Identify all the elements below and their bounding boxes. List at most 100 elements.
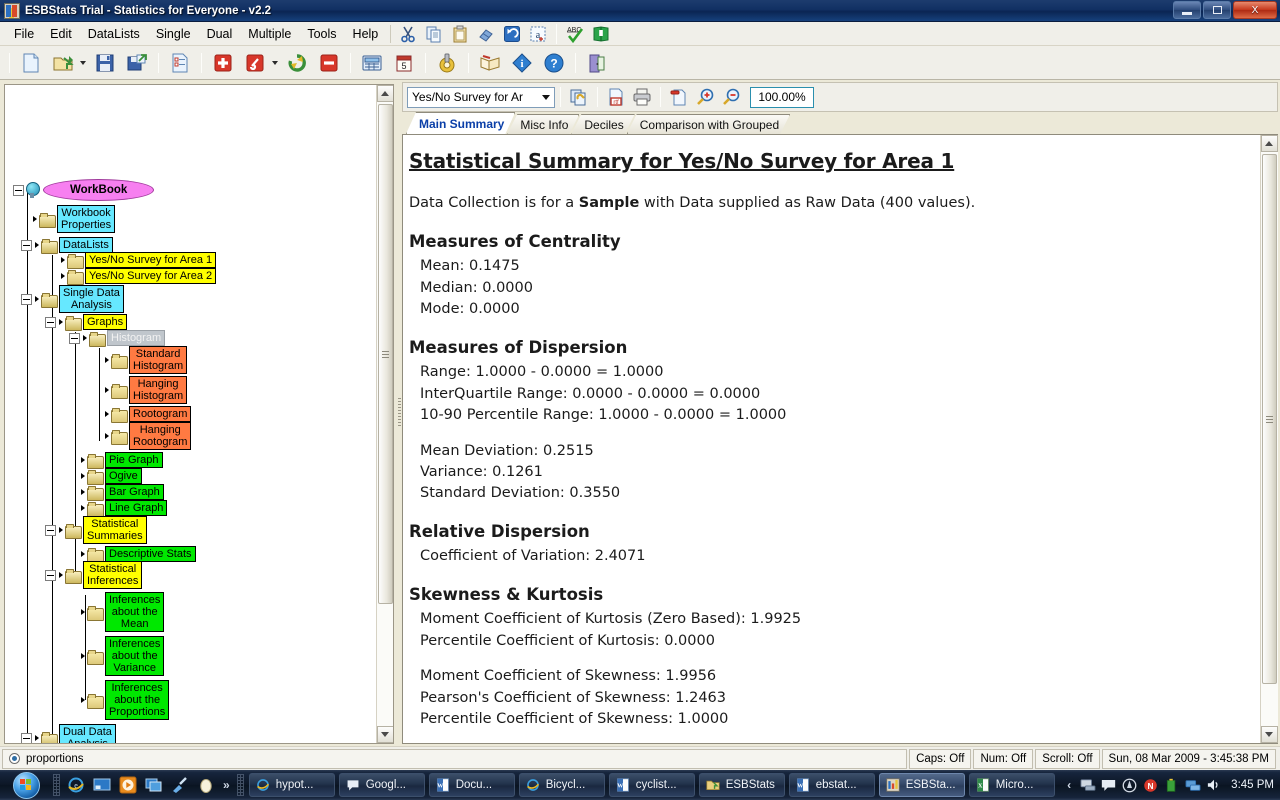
taskbar-grip[interactable] bbox=[236, 774, 244, 796]
tree-item-descriptive-stats[interactable]: Descriptive Stats bbox=[105, 546, 196, 562]
tab-main-summary[interactable]: Main Summary bbox=[406, 112, 515, 134]
tree-row[interactable]: Inferences about the Proportions bbox=[81, 680, 170, 720]
paint-tool-icon[interactable] bbox=[170, 775, 190, 795]
tree-item-hanging-histogram[interactable]: Hanging Histogram bbox=[129, 376, 188, 404]
dataset-selector[interactable]: Yes/No Survey for Ar bbox=[407, 86, 555, 108]
tree-item-single-graphs[interactable]: Graphs bbox=[83, 314, 128, 330]
tree-row[interactable]: Hanging Rootogram bbox=[105, 422, 192, 450]
tree-row[interactable]: Hanging Histogram bbox=[105, 376, 188, 404]
tree-expander-statistical-inferences[interactable] bbox=[45, 569, 56, 581]
edit-dropdown-icon[interactable] bbox=[272, 60, 278, 65]
open-dropdown-icon[interactable] bbox=[80, 60, 86, 65]
tree-item-single-data-analysis[interactable]: Single Data Analysis bbox=[59, 285, 124, 313]
report-scroll-track[interactable] bbox=[1260, 152, 1278, 726]
report-scroll-up-button[interactable] bbox=[1260, 135, 1278, 152]
tree-expander-statistical-summaries[interactable] bbox=[45, 524, 56, 536]
tree-item-dual-data-analysis[interactable]: Dual Data Analysis bbox=[59, 724, 116, 743]
taskbtn-docu[interactable]: W Docu... bbox=[428, 773, 515, 797]
tab-misc-info[interactable]: Misc Info bbox=[507, 114, 579, 134]
save-as-icon[interactable] bbox=[123, 49, 151, 77]
close-button[interactable]: X bbox=[1233, 1, 1277, 19]
tree-item-pie-graph[interactable]: Pie Graph bbox=[105, 452, 163, 468]
start-button[interactable] bbox=[2, 771, 50, 799]
tab-comparison-with-grouped[interactable]: Comparison with Grouped bbox=[627, 114, 790, 134]
tree-row[interactable]: Statistical Summaries bbox=[45, 516, 147, 544]
norton-tray-icon[interactable]: N bbox=[1142, 777, 1159, 794]
tree-item-inferences-proportions[interactable]: Inferences about the Proportions bbox=[105, 680, 170, 720]
menu-edit[interactable]: Edit bbox=[42, 24, 80, 44]
tree-root-workbook[interactable]: WorkBook bbox=[43, 179, 155, 201]
tree-item-datalists[interactable]: DataLists bbox=[59, 237, 113, 253]
select-all-icon[interactable]: a bbox=[527, 23, 549, 45]
tree-row[interactable]: Inferences about the Mean bbox=[81, 592, 165, 632]
copy-icon[interactable] bbox=[423, 23, 445, 45]
edit-icon[interactable] bbox=[241, 49, 269, 77]
tree-item-bar-graph[interactable]: Bar Graph bbox=[105, 484, 164, 500]
tree-root-row[interactable]: WorkBook bbox=[13, 179, 155, 201]
zoom-in-icon[interactable] bbox=[694, 86, 716, 108]
tree-item-histogram[interactable]: Histogram bbox=[107, 330, 166, 346]
question-icon[interactable]: ? bbox=[540, 49, 568, 77]
tree-item-inferences-variance[interactable]: Inferences about the Variance bbox=[105, 636, 165, 676]
menu-dual[interactable]: Dual bbox=[199, 24, 241, 44]
taskbtn-hypot[interactable]: hypot... bbox=[248, 773, 335, 797]
paste-icon[interactable] bbox=[449, 23, 471, 45]
report-scrollbar[interactable] bbox=[1260, 135, 1278, 743]
tree-item-inferences-mean[interactable]: Inferences about the Mean bbox=[105, 592, 165, 632]
tree-scroll-down-button[interactable] bbox=[376, 726, 393, 743]
dictionary-icon[interactable] bbox=[590, 23, 612, 45]
properties-icon[interactable] bbox=[166, 49, 194, 77]
info-icon[interactable]: i bbox=[508, 49, 536, 77]
menu-help[interactable]: Help bbox=[345, 24, 387, 44]
export-rtf-icon[interactable]: rtf bbox=[605, 86, 627, 108]
tree-scroll-thumb[interactable] bbox=[377, 104, 393, 604]
eraser-icon[interactable] bbox=[475, 23, 497, 45]
calculator-icon[interactable] bbox=[358, 49, 386, 77]
help-book-icon[interactable] bbox=[476, 49, 504, 77]
network-tray-icon[interactable] bbox=[1184, 777, 1201, 794]
messenger-tray-icon[interactable] bbox=[1100, 777, 1117, 794]
zoom-out-icon[interactable] bbox=[720, 86, 742, 108]
tree-expander-dual-data[interactable] bbox=[21, 732, 32, 743]
tree-item-rootogram[interactable]: Rootogram bbox=[129, 406, 192, 422]
tree-row[interactable]: DataLists bbox=[21, 237, 113, 254]
menu-multiple[interactable]: Multiple bbox=[240, 24, 299, 44]
tree-item-ogive[interactable]: Ogive bbox=[105, 468, 142, 484]
restore-button[interactable] bbox=[1203, 1, 1231, 19]
tree-row[interactable]: Yes/No Survey for Area 1 bbox=[61, 252, 217, 269]
tree-expander-single-graphs[interactable] bbox=[45, 316, 56, 328]
media-player-icon[interactable] bbox=[118, 775, 138, 795]
add-icon[interactable] bbox=[209, 49, 237, 77]
workbook-tree[interactable]: WorkBook Workbook Properties DataLists Y… bbox=[4, 84, 394, 744]
tab-deciles[interactable]: Deciles bbox=[571, 114, 634, 134]
tree-row[interactable]: Yes/No Survey for Area 2 bbox=[61, 268, 217, 285]
tree-row[interactable]: Descriptive Stats bbox=[81, 546, 196, 563]
undo-icon[interactable] bbox=[501, 23, 523, 45]
tree-row[interactable]: Statistical Inferences bbox=[45, 561, 143, 589]
tree-row[interactable]: Graphs bbox=[45, 314, 128, 331]
calendar-icon[interactable]: 5 bbox=[390, 49, 418, 77]
menu-tools[interactable]: Tools bbox=[299, 24, 344, 44]
exit-door-icon[interactable] bbox=[583, 49, 611, 77]
tree-row[interactable]: Line Graph bbox=[81, 500, 168, 517]
chevron-down-icon[interactable] bbox=[538, 88, 554, 107]
cut-icon[interactable] bbox=[397, 23, 419, 45]
taskbtn-esbstats-app[interactable]: ESBSta... bbox=[878, 773, 965, 797]
report-scroll-down-button[interactable] bbox=[1260, 726, 1278, 743]
tree-row[interactable]: Standard Histogram bbox=[105, 346, 188, 374]
tree-expander-root[interactable] bbox=[13, 184, 24, 196]
battery-tray-icon[interactable] bbox=[1163, 777, 1180, 794]
clear-page-icon[interactable] bbox=[668, 86, 690, 108]
egg-app-icon[interactable] bbox=[196, 775, 216, 795]
tree-row[interactable]: Bar Graph bbox=[81, 484, 164, 501]
tree-row[interactable]: Rootogram bbox=[105, 406, 192, 423]
tree-scroll-up-button[interactable] bbox=[376, 85, 393, 102]
options-gear-icon[interactable] bbox=[433, 49, 461, 77]
tree-row[interactable]: Single Data Analysis bbox=[21, 285, 124, 313]
network-monitor-tray-icon[interactable] bbox=[1079, 777, 1096, 794]
refresh-icon[interactable] bbox=[283, 49, 311, 77]
menu-single[interactable]: Single bbox=[148, 24, 199, 44]
tree-row[interactable]: Ogive bbox=[81, 468, 142, 485]
menu-file[interactable]: File bbox=[6, 24, 42, 44]
tree-expander-histogram[interactable] bbox=[69, 332, 80, 344]
